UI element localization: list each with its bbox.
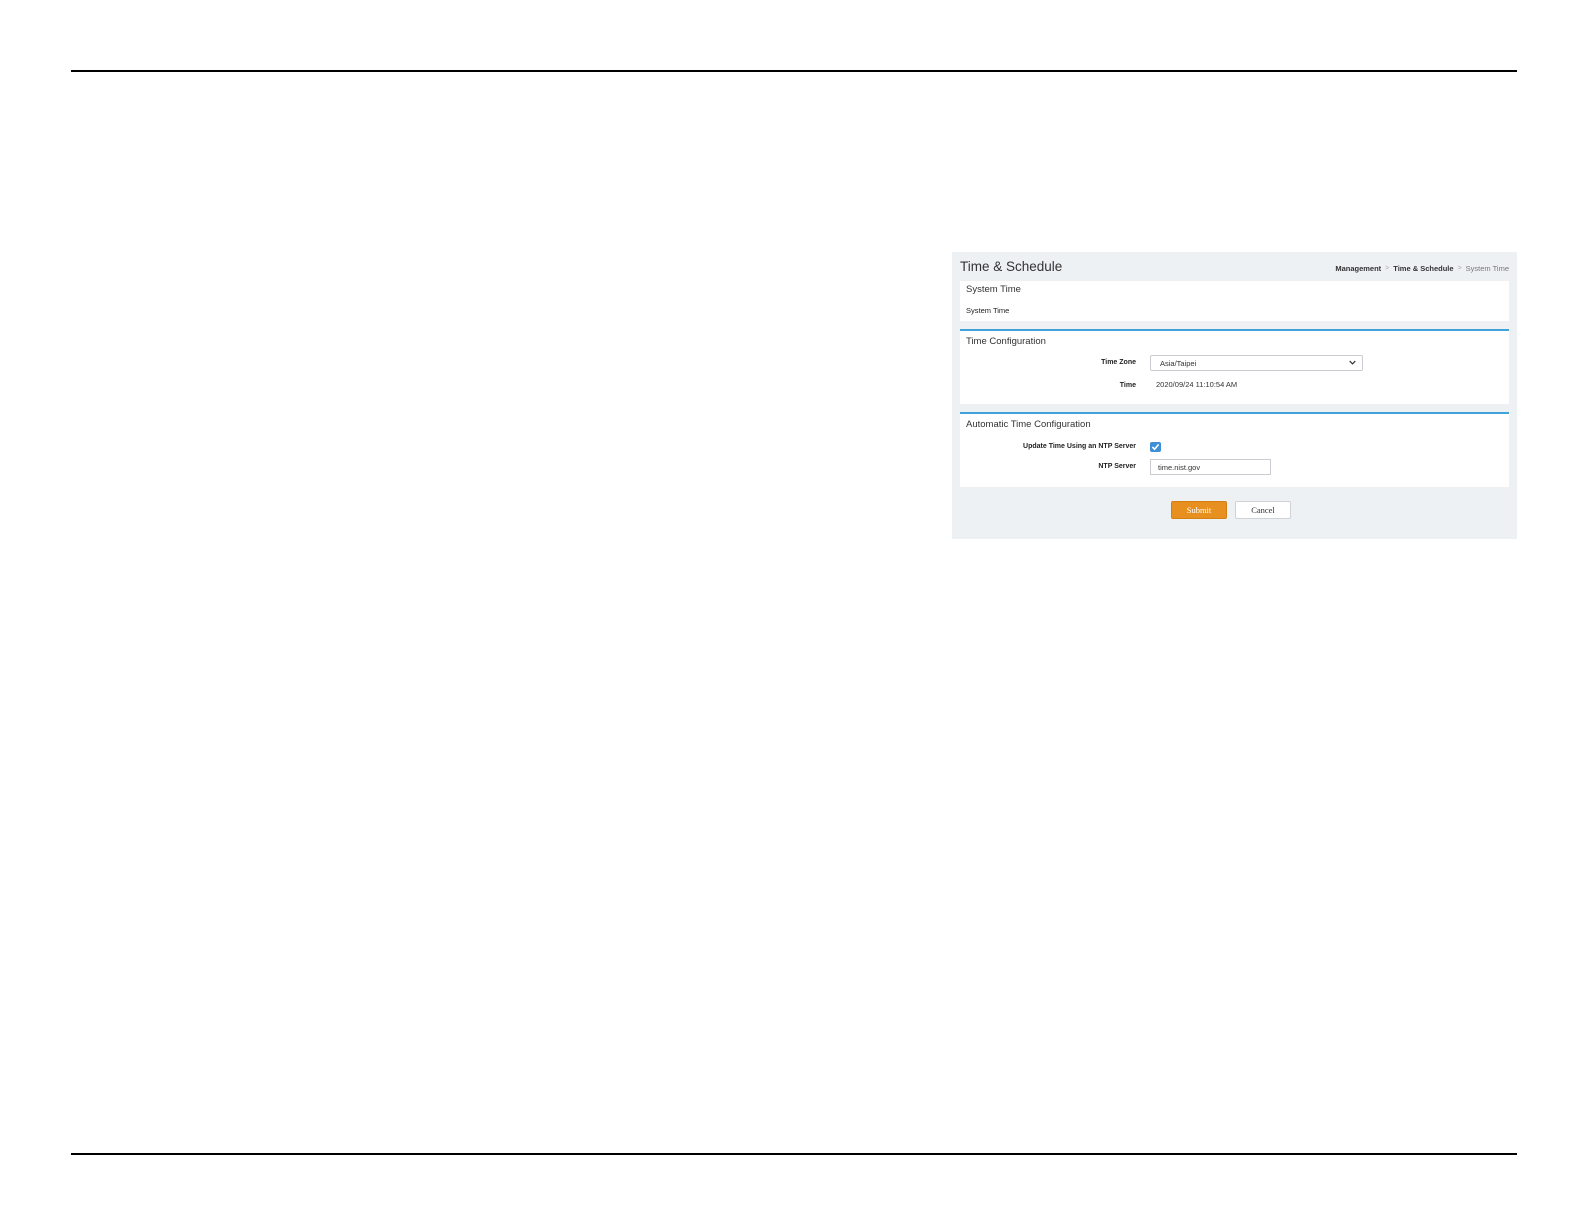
breadcrumb-separator: > bbox=[1385, 265, 1390, 272]
time-configuration-heading: Time Configuration bbox=[966, 336, 1046, 347]
time-zone-select[interactable]: Asia/Taipei bbox=[1150, 355, 1363, 371]
ntp-update-checkbox[interactable] bbox=[1150, 442, 1161, 452]
system-time-heading: System Time bbox=[966, 284, 1021, 295]
breadcrumb-system-time: System Time bbox=[1465, 264, 1509, 273]
breadcrumb: Management > Time & Schedule > System Ti… bbox=[1335, 264, 1509, 273]
ntp-server-input[interactable] bbox=[1150, 459, 1271, 475]
checkmark-icon bbox=[1151, 443, 1160, 451]
system-time-subheading: System Time bbox=[966, 306, 1010, 315]
time-label: Time bbox=[1119, 382, 1136, 389]
submit-button[interactable]: Submit bbox=[1171, 501, 1227, 519]
ntp-update-label: Update Time Using an NTP Server bbox=[1023, 443, 1136, 450]
top-rule bbox=[71, 70, 1517, 72]
time-configuration-card: Time Configuration Time Zone Asia/Taipei… bbox=[960, 329, 1509, 404]
panel-header: Time & Schedule Management > Time & Sche… bbox=[960, 259, 1509, 282]
time-schedule-panel: Time & Schedule Management > Time & Sche… bbox=[952, 252, 1517, 539]
bottom-rule bbox=[71, 1153, 1517, 1155]
breadcrumb-time-schedule[interactable]: Time & Schedule bbox=[1393, 264, 1453, 273]
page-title: Time & Schedule bbox=[960, 259, 1063, 274]
system-time-card: System Time System Time bbox=[960, 281, 1509, 321]
cancel-button[interactable]: Cancel bbox=[1235, 501, 1291, 519]
time-zone-label: Time Zone bbox=[1101, 359, 1136, 366]
chevron-down-icon bbox=[1349, 360, 1356, 365]
automatic-time-configuration-card: Automatic Time Configuration Update Time… bbox=[960, 412, 1509, 487]
time-zone-selected-value: Asia/Taipei bbox=[1160, 359, 1197, 368]
automatic-time-configuration-heading: Automatic Time Configuration bbox=[966, 419, 1091, 430]
breadcrumb-management[interactable]: Management bbox=[1335, 264, 1381, 273]
time-value: 2020/09/24 11:10:54 AM bbox=[1156, 380, 1238, 389]
breadcrumb-separator: > bbox=[1457, 265, 1462, 272]
ntp-server-label: NTP Server bbox=[1098, 463, 1136, 470]
